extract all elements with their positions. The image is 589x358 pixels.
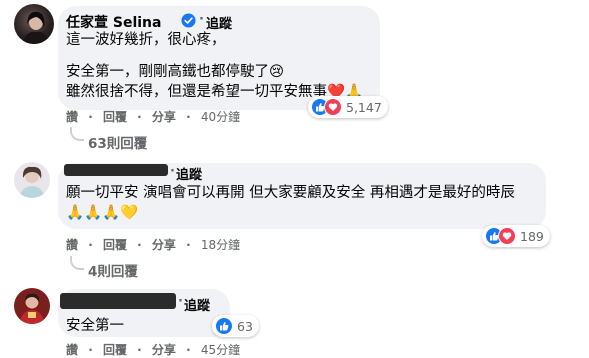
reply-thread-line	[70, 256, 84, 270]
reaction-summary[interactable]: 5,147	[308, 96, 388, 118]
dot-separator: ·	[137, 110, 142, 124]
follow-button[interactable]: 追蹤	[176, 164, 202, 183]
like-link[interactable]: 讚	[66, 110, 78, 124]
reply-link[interactable]: 回覆	[103, 238, 127, 252]
comment-line: 這一波好幾折，很心疼，	[66, 32, 226, 48]
comment-text: 這一波好幾折，很心疼， 安全第一，剛剛高鐵也都停駛了😢 雖然很捨不得，但還是希望…	[66, 30, 376, 102]
verified-badge-icon	[181, 13, 196, 28]
share-link[interactable]: 分享	[152, 343, 176, 357]
reply-link[interactable]: 回覆	[103, 110, 127, 124]
avatar-portrait-icon	[22, 11, 50, 44]
love-reaction-icon	[324, 98, 342, 116]
timestamp[interactable]: 40分鐘	[201, 110, 240, 124]
avatar[interactable]	[14, 4, 54, 44]
dot-separator: ·	[88, 110, 93, 124]
dot-separator: ·	[88, 343, 93, 357]
comment-author[interactable]: 任家萱 Selina	[66, 12, 161, 32]
avatar[interactable]	[14, 162, 50, 198]
redacted-author-name	[64, 164, 168, 176]
reaction-count: 63	[237, 318, 253, 334]
dot-separator: ·	[186, 343, 191, 357]
avatar-portrait-icon	[19, 293, 45, 324]
follow-separator: ·	[170, 164, 175, 179]
comment-actions: 讚 · 回覆 · 分享 · 18分鐘	[66, 236, 240, 253]
view-replies-link[interactable]: 63則回覆	[88, 132, 147, 152]
dot-separator: ·	[186, 110, 191, 124]
dot-separator: ·	[186, 238, 191, 252]
like-link[interactable]: 讚	[66, 343, 78, 357]
reaction-count: 5,147	[346, 99, 382, 115]
redacted-author-name	[60, 293, 176, 309]
comment-line: 願一切平安 演唱會可以再開 但大家要顧及安全 再相遇才是最好的時辰	[66, 185, 515, 201]
comment-text: 安全第一	[66, 316, 124, 336]
like-link[interactable]: 讚	[66, 238, 78, 252]
comment-line: 安全第一，剛剛高鐵也都停駛了😢	[66, 64, 285, 80]
comment-line	[66, 50, 376, 62]
share-link[interactable]: 分享	[152, 238, 176, 252]
reaction-summary[interactable]: 189	[482, 225, 550, 247]
view-replies-link[interactable]: 4則回覆	[88, 260, 138, 280]
comment-line: 🙏🙏🙏💛	[66, 205, 139, 221]
follow-separator: ·	[199, 12, 204, 27]
follow-button[interactable]: 追蹤	[184, 295, 210, 314]
like-reaction-icon	[215, 317, 233, 335]
reaction-count: 189	[520, 228, 544, 244]
follow-separator: ·	[178, 294, 183, 309]
reaction-summary[interactable]: 63	[212, 315, 259, 337]
dot-separator: ·	[88, 238, 93, 252]
comment-actions: 讚 · 回覆 · 分享 · 40分鐘	[66, 108, 240, 125]
love-reaction-icon	[498, 227, 516, 245]
comment-line: 安全第一	[66, 318, 124, 334]
share-link[interactable]: 分享	[152, 110, 176, 124]
timestamp[interactable]: 18分鐘	[201, 238, 240, 252]
reply-thread-line	[70, 127, 84, 141]
avatar-portrait-icon	[19, 166, 45, 198]
dot-separator: ·	[137, 343, 142, 357]
avatar[interactable]	[14, 288, 50, 324]
dot-separator: ·	[137, 238, 142, 252]
timestamp[interactable]: 45分鐘	[201, 343, 240, 357]
comment-text: 願一切平安 演唱會可以再開 但大家要顧及安全 再相遇才是最好的時辰 🙏🙏🙏💛	[66, 183, 544, 223]
reply-link[interactable]: 回覆	[103, 343, 127, 357]
